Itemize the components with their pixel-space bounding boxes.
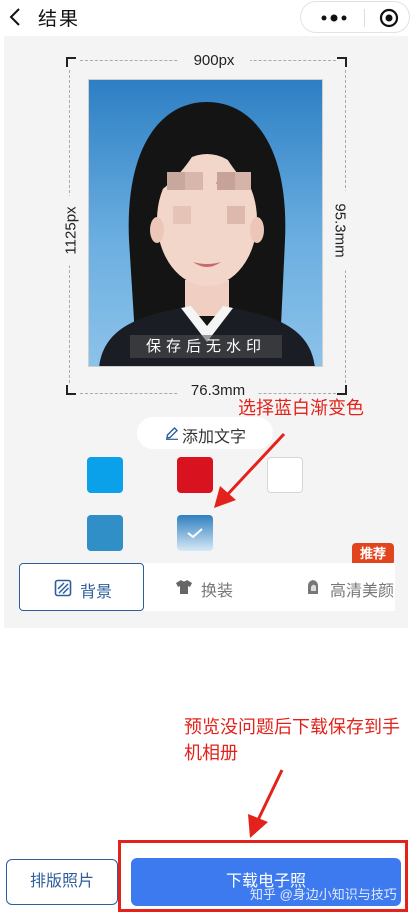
- annotation-arrows: [214, 432, 286, 838]
- layout-photo-button[interactable]: 排版照片: [6, 859, 118, 905]
- source-watermark: 知乎 @身边小知识与技巧: [250, 887, 397, 902]
- arrow-to-gradient-swatch: [214, 432, 286, 508]
- arrow-to-download-button: [248, 769, 284, 838]
